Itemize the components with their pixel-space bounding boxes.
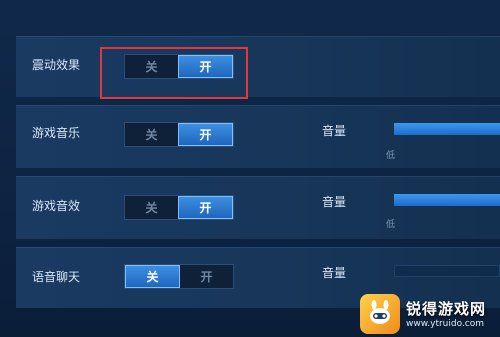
- voice-chat-toggle[interactable]: 关 开: [124, 264, 234, 289]
- sfx-volume-slider[interactable]: [394, 194, 500, 206]
- volume-label: 音量: [322, 266, 347, 280]
- volume-low-label: 低: [386, 220, 396, 230]
- toggle-off-option[interactable]: 关: [125, 123, 178, 146]
- volume-label: 音量: [322, 124, 347, 138]
- highlight-box: [100, 47, 248, 99]
- toggle-on-option[interactable]: 开: [180, 265, 233, 288]
- sfx-toggle[interactable]: 关 开: [124, 195, 234, 220]
- toggle-off-option[interactable]: 关: [125, 265, 180, 288]
- row-label: 游戏音乐: [32, 126, 81, 140]
- music-toggle[interactable]: 关 开: [124, 122, 234, 147]
- settings-row-vibration: 震动效果 关 开: [16, 36, 500, 97]
- volume-fill: [394, 194, 500, 206]
- volume-low-label: 低: [386, 151, 396, 161]
- watermark-logo-icon: [360, 293, 400, 334]
- voice-volume-slider[interactable]: [394, 265, 500, 277]
- row-label: 游戏音效: [32, 199, 81, 213]
- row-label: 震动效果: [32, 58, 81, 72]
- settings-row-sfx: 游戏音效 关 开 音量 低: [16, 176, 500, 239]
- watermark: 锐得游戏网 www.ytruido.com: [360, 290, 500, 337]
- watermark-text: 锐得游戏网 www.ytruido.com: [406, 298, 486, 329]
- watermark-title: 锐得游戏网: [406, 300, 487, 318]
- volume-fill: [394, 123, 500, 135]
- toggle-off-option[interactable]: 关: [125, 196, 178, 219]
- row-label: 语音聊天: [32, 270, 81, 284]
- toggle-on-option[interactable]: 开: [178, 196, 233, 219]
- settings-row-music: 游戏音乐 关 开 音量 低: [16, 105, 500, 168]
- music-volume-slider[interactable]: [394, 123, 500, 135]
- volume-label: 音量: [322, 195, 347, 209]
- watermark-url: www.ytruido.com: [406, 319, 485, 329]
- toggle-on-option[interactable]: 开: [178, 123, 233, 146]
